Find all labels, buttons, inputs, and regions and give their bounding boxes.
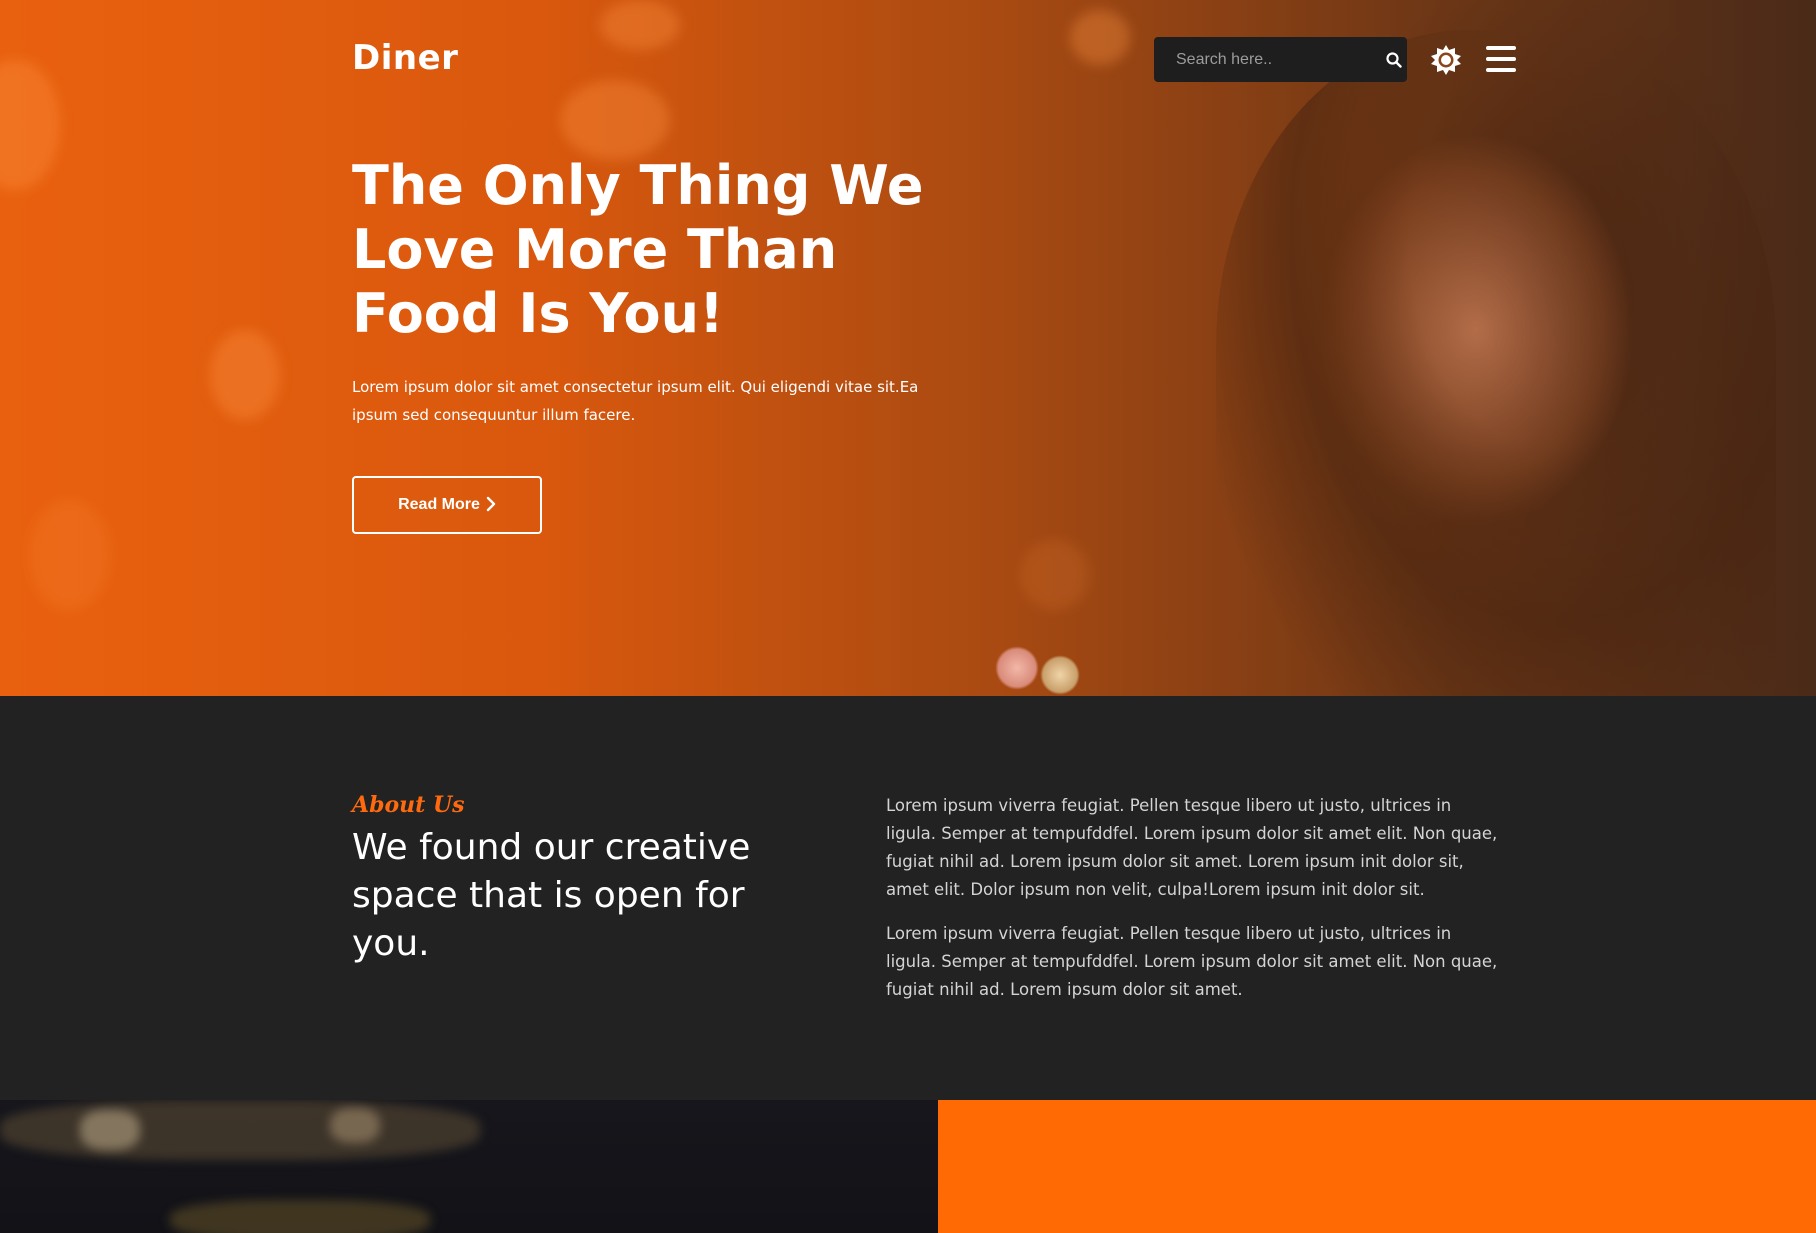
bokeh-light	[210, 330, 280, 420]
search-icon[interactable]	[1385, 51, 1403, 69]
read-more-label: Read More	[398, 496, 480, 513]
flower-decoration	[1040, 655, 1080, 695]
chevron-right-icon	[486, 496, 496, 515]
about-paragraph: Lorem ipsum viverra feugiat. Pellen tesq…	[886, 924, 1498, 999]
hero-title: The Only Thing We Love More Than Food Is…	[352, 154, 924, 345]
search-bar	[1154, 37, 1407, 82]
about-paragraph: Lorem ipsum viverra feugiat. Pellen tesq…	[886, 796, 1498, 899]
read-more-button[interactable]: Read More	[352, 476, 542, 534]
blurred-light	[80, 1110, 140, 1150]
sun-icon[interactable]	[1430, 44, 1462, 76]
hero-portrait-hair	[1216, 30, 1776, 696]
hamburger-menu-icon[interactable]	[1486, 46, 1516, 74]
blurred-light	[170, 1200, 430, 1233]
blurred-light	[0, 1100, 480, 1160]
bokeh-light	[560, 80, 670, 160]
blurred-light	[330, 1108, 380, 1143]
hero-description: Lorem ipsum dolor sit amet consectetur i…	[352, 378, 919, 424]
bokeh-light	[600, 0, 680, 50]
brand-logo[interactable]: Diner	[352, 38, 458, 78]
hero-section: Diner The Only Thing We Love More Than F…	[0, 0, 1816, 696]
bokeh-light	[0, 60, 60, 190]
search-input[interactable]	[1174, 49, 1385, 70]
bokeh-light	[30, 500, 110, 610]
about-title: We found our creative space that is open…	[352, 827, 751, 964]
accent-panel	[938, 1100, 1816, 1233]
restaurant-interior-image	[0, 1100, 938, 1233]
flower-decoration	[995, 646, 1039, 690]
about-tag: About Us	[352, 792, 465, 818]
